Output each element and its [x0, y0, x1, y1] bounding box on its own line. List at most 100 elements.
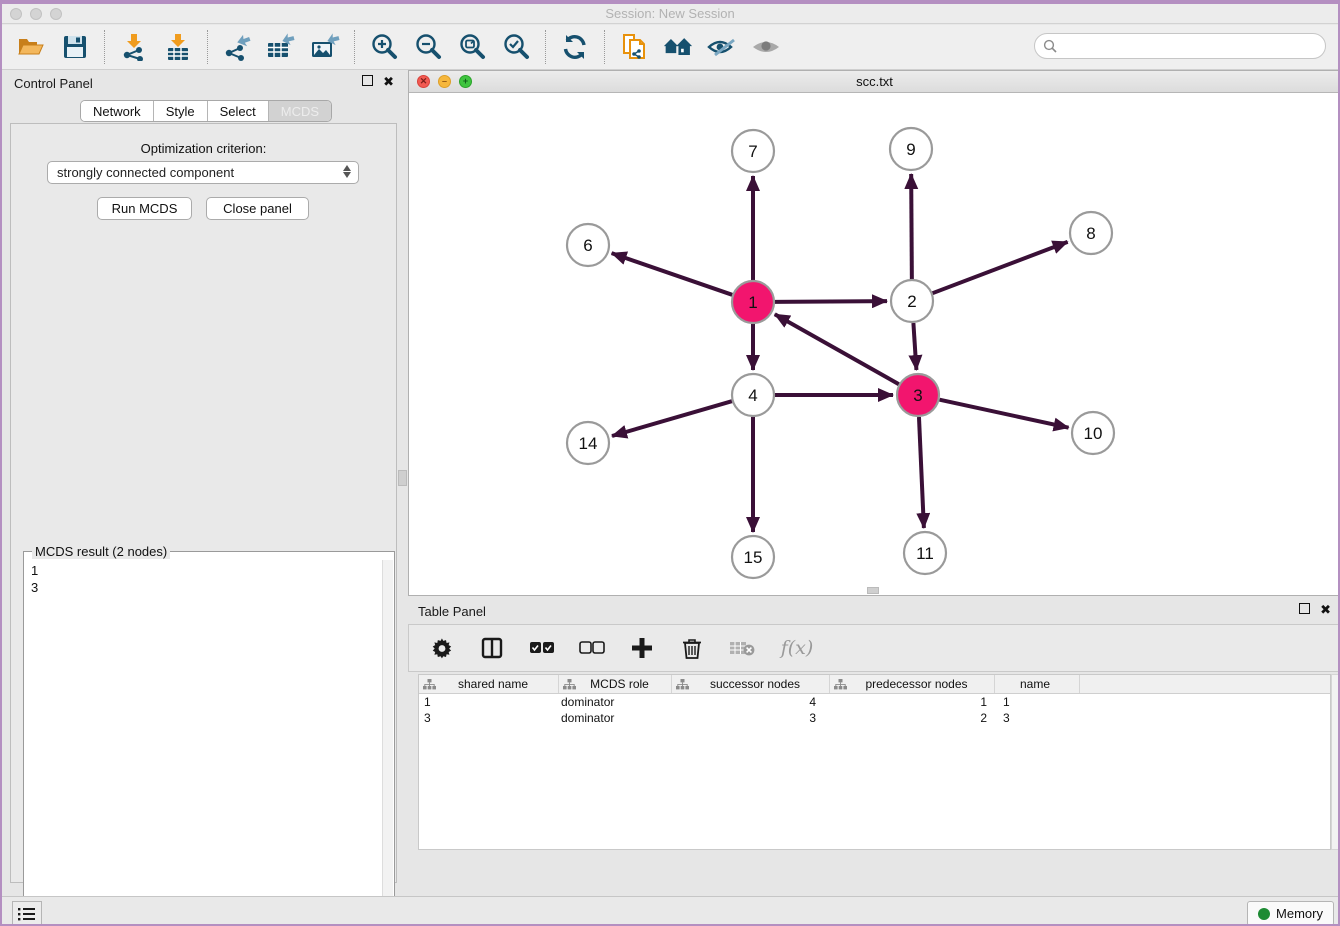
dropdown-stepper-icon [343, 165, 351, 178]
graph-node-label-9: 9 [906, 140, 915, 159]
export-table-icon[interactable] [266, 32, 296, 62]
splitter-handle-horizontal[interactable] [867, 587, 879, 594]
delete-table-icon[interactable] [729, 635, 755, 661]
mcds-result-item: 1 [31, 562, 376, 579]
search-input[interactable] [1034, 33, 1326, 59]
table-row[interactable]: 3 dominator 3 2 3 [419, 710, 1330, 726]
window-title: Session: New Session [2, 6, 1338, 21]
tab-style[interactable]: Style [154, 101, 208, 121]
open-session-icon[interactable] [16, 32, 46, 62]
save-session-icon[interactable] [60, 32, 90, 62]
copy-network-icon[interactable] [619, 32, 649, 62]
attribute-icon [834, 679, 847, 690]
network-window-title: scc.txt [409, 74, 1340, 89]
task-history-button[interactable] [12, 901, 42, 926]
add-column-icon[interactable] [629, 635, 655, 661]
zoom-selected-icon[interactable] [501, 32, 531, 62]
criterion-dropdown[interactable]: strongly connected component [47, 161, 359, 184]
refresh-view-icon[interactable] [560, 32, 590, 62]
graph-edge-2-3[interactable] [913, 323, 916, 370]
app-window: Session: New Session [0, 0, 1340, 926]
run-mcds-button[interactable]: Run MCDS [97, 197, 192, 220]
float-panel-icon[interactable] [362, 75, 373, 89]
memory-status-icon [1258, 908, 1270, 920]
main-titlebar: Session: New Session [2, 4, 1338, 24]
export-network-icon[interactable] [222, 32, 252, 62]
mcds-result-box: MCDS result (2 nodes) 1 3 [23, 551, 395, 926]
mcds-result-title: MCDS result (2 nodes) [32, 544, 170, 559]
graph-edge-2-9[interactable] [911, 174, 912, 279]
import-network-icon[interactable] [119, 32, 149, 62]
graph-node-label-6: 6 [583, 236, 592, 255]
import-table-icon[interactable] [163, 32, 193, 62]
cell-predecessor-nodes: 1 [830, 694, 995, 710]
close-table-panel-icon[interactable]: ✖ [1320, 603, 1331, 617]
column-settings-icon[interactable] [429, 635, 455, 661]
table-panel-title: Table Panel [418, 604, 486, 619]
control-panel-tabbar: Network Style Select MCDS [80, 100, 332, 122]
graph-node-label-1: 1 [748, 293, 757, 312]
network-window-titlebar[interactable]: ✕ – + scc.txt [409, 71, 1340, 93]
float-table-panel-icon[interactable] [1299, 603, 1310, 617]
function-builder-icon[interactable]: f(x) [779, 635, 815, 661]
zoom-out-icon[interactable] [413, 32, 443, 62]
tab-network[interactable]: Network [81, 101, 154, 121]
table-toolbar: f(x) [408, 624, 1340, 672]
cell-successor-nodes: 3 [672, 710, 830, 726]
column-header-predecessor-nodes[interactable]: predecessor nodes [830, 675, 995, 693]
workspace: Control Panel ✖ Network Style Select MCD… [2, 70, 1340, 896]
column-header-mcds-role[interactable]: MCDS role [559, 675, 672, 693]
criterion-label: Optimization criterion: [11, 141, 396, 156]
graph-edge-2-8[interactable] [933, 242, 1068, 293]
cell-name: 1 [995, 694, 1080, 710]
select-all-checkboxes-icon[interactable] [529, 635, 555, 661]
attribute-icon [676, 679, 689, 690]
cell-shared-name: 1 [419, 694, 559, 710]
table-row[interactable]: 1 dominator 4 1 1 [419, 694, 1330, 710]
network-canvas[interactable]: 7968124314101511 [409, 93, 1340, 595]
zoom-fit-icon[interactable] [457, 32, 487, 62]
memory-button[interactable]: Memory [1247, 901, 1334, 926]
graph-edge-4-14[interactable] [612, 401, 732, 436]
cell-predecessor-nodes: 2 [830, 710, 995, 726]
export-image-icon[interactable] [310, 32, 340, 62]
deselect-all-checkboxes-icon[interactable] [579, 635, 605, 661]
mcds-result-list[interactable]: 1 3 [25, 560, 382, 926]
table-header-row: shared name MCDS role successor nodes pr… [419, 675, 1330, 694]
criterion-value: strongly connected component [57, 165, 234, 180]
zoom-in-icon[interactable] [369, 32, 399, 62]
close-panel-icon[interactable]: ✖ [383, 75, 394, 89]
network-graph[interactable]: 7968124314101511 [409, 93, 1340, 595]
graph-edge-3-10[interactable] [939, 400, 1068, 428]
column-header-successor-nodes[interactable]: successor nodes [672, 675, 830, 693]
delete-column-icon[interactable] [679, 635, 705, 661]
table-panel-buttons: ✖ [1299, 603, 1331, 617]
cell-shared-name: 3 [419, 710, 559, 726]
column-header-name[interactable]: name [995, 675, 1080, 693]
tab-mcds[interactable]: MCDS [269, 101, 331, 121]
graph-edge-3-11[interactable] [919, 417, 924, 528]
cell-name: 3 [995, 710, 1080, 726]
main-toolbar [2, 25, 1338, 70]
hide-selected-icon[interactable] [707, 32, 737, 62]
table-scrollbar[interactable] [1331, 674, 1340, 850]
table-panel: Table Panel ✖ [408, 600, 1340, 896]
tab-select[interactable]: Select [208, 101, 269, 121]
home-layout-icon[interactable] [663, 32, 693, 62]
result-scrollbar[interactable] [382, 560, 393, 926]
search-icon [1043, 39, 1057, 53]
graph-edge-1-2[interactable] [775, 301, 887, 302]
show-all-icon[interactable] [751, 32, 781, 62]
graph-edge-3-1[interactable] [775, 314, 899, 384]
graph-edge-1-6[interactable] [612, 253, 733, 295]
splitter-handle-vertical[interactable] [398, 470, 407, 486]
node-table[interactable]: shared name MCDS role successor nodes pr… [418, 674, 1331, 850]
attribute-icon [563, 679, 576, 690]
split-view-icon[interactable] [479, 635, 505, 661]
column-header-shared-name[interactable]: shared name [419, 675, 559, 693]
close-panel-button[interactable]: Close panel [206, 197, 309, 220]
cell-mcds-role: dominator [559, 694, 672, 710]
graph-node-label-7: 7 [748, 142, 757, 161]
control-panel: Control Panel ✖ Network Style Select MCD… [2, 70, 404, 896]
graph-node-label-15: 15 [744, 548, 763, 567]
